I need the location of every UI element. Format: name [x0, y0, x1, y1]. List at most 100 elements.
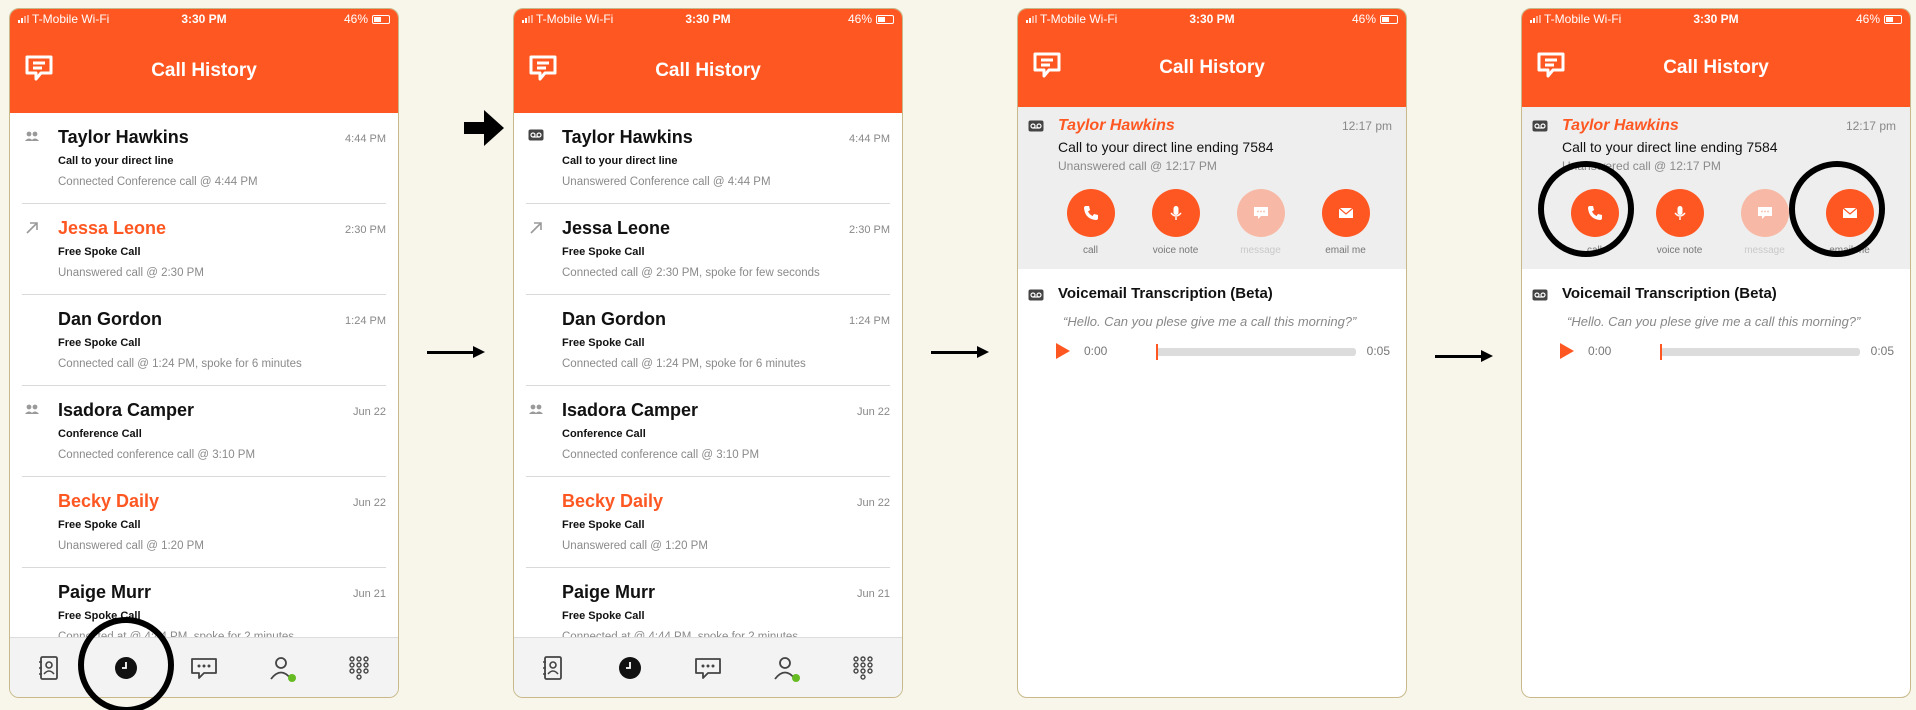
transcription-text: “Hello. Can you plese give me a call thi…	[1567, 314, 1861, 329]
call-history-row[interactable]: Taylor Hawkins Call to your direct line Un…	[526, 113, 890, 204]
voice-note-button[interactable]	[1151, 189, 1200, 237]
clock-icon	[616, 654, 644, 682]
status-bar: T-Mobile Wi-Fi 3:30 PM 46%	[1522, 9, 1910, 29]
call-type: Conference Call	[562, 428, 646, 440]
voicemail-icon	[1028, 288, 1044, 301]
contact-name: Taylor Hawkins	[58, 127, 189, 147]
call-history-list: Taylor Hawkins Call to your direct line Un…	[514, 113, 902, 659]
email-me-action[interactable]: email me	[1303, 189, 1388, 256]
call-line: Call to your direct line ending 7584	[1058, 139, 1274, 155]
flow-arrow	[1435, 350, 1493, 362]
call-time: 1:24 PM	[345, 315, 386, 327]
call-label: call	[1082, 245, 1098, 256]
contact-name: Jessa Leone	[562, 218, 671, 238]
contact-name: Isadora Camper	[58, 400, 195, 420]
online-status-dot	[791, 673, 800, 682]
call-time: 12:17 pm	[1341, 119, 1392, 133]
call-time: 4:44 PM	[849, 133, 890, 145]
contact-name: Isadora Camper	[562, 400, 699, 420]
message-label: message	[1240, 245, 1281, 256]
contact-name: Taylor Hawkins	[562, 127, 693, 147]
transcription-text: “Hello. Can you plese give me a call thi…	[1063, 314, 1357, 329]
transcription-title: Voicemail Transcription (Beta)	[1562, 285, 1777, 302]
battery-icon	[876, 14, 894, 24]
audio-player: 0:00 0:05	[1560, 339, 1900, 363]
app-logo-icon	[1033, 52, 1061, 78]
contacts-tab[interactable]	[533, 648, 573, 688]
page-title: Call History	[1159, 57, 1265, 78]
playback-head[interactable]	[1156, 344, 1158, 360]
app-header: Call History	[514, 29, 902, 113]
call-time: 2:30 PM	[345, 224, 386, 236]
tab-bar	[514, 637, 902, 697]
profile-tab[interactable]	[766, 648, 806, 688]
contacts-tab[interactable]	[29, 648, 69, 688]
playback-start-time: 0:00	[1084, 344, 1108, 358]
app-header: Call History	[1018, 29, 1406, 107]
voice-note-action[interactable]: voice note	[1133, 189, 1218, 256]
contact-name: Becky Daily	[562, 491, 664, 511]
call-history-row[interactable]: Becky Daily Free Spoke Call Unanswered cal…	[526, 477, 890, 568]
message-button	[1740, 189, 1789, 237]
contact-name: Dan Gordon	[562, 309, 666, 329]
call-type: Free Spoke Call	[562, 610, 645, 622]
voicemail-icon	[1532, 288, 1548, 301]
playback-end-time: 0:05	[1870, 344, 1894, 358]
email-me-button[interactable]	[1321, 189, 1370, 237]
contact-name: Dan Gordon	[58, 309, 162, 329]
call-history-row[interactable]: Jessa Leone Free Spoke Call Connected call…	[526, 204, 890, 295]
call-type: Conference Call	[58, 428, 142, 440]
phone-icon	[1082, 204, 1100, 222]
tab-bar	[10, 637, 398, 697]
call-status: Unanswered call @ 12:17 PM	[1058, 159, 1217, 173]
call-history-row[interactable]: Dan Gordon Free Spoke Call Connected call …	[22, 295, 386, 386]
call-time: 4:44 PM	[345, 133, 386, 145]
voice-note-button[interactable]	[1655, 189, 1704, 237]
call-time: Jun 22	[352, 497, 386, 509]
play-icon[interactable]	[1560, 343, 1574, 359]
call-detail: Unanswered call @ 1:20 PM	[58, 540, 204, 552]
clock-time: 3:30 PM	[1693, 12, 1739, 26]
history-tab[interactable]	[610, 648, 650, 688]
contact-book-icon	[35, 654, 63, 682]
call-action[interactable]: call	[1048, 189, 1133, 256]
highlight-circle-call-button	[1538, 161, 1634, 257]
dialpad-tab[interactable]	[843, 648, 883, 688]
call-detail: Connected call @ 2:30 PM, spoke for few …	[562, 267, 820, 279]
playback-slider[interactable]	[1660, 344, 1860, 360]
profile-tab[interactable]	[262, 648, 302, 688]
voice-note-action[interactable]: voice note	[1637, 189, 1722, 256]
call-history-row[interactable]: Becky Daily Free Spoke Call Unanswered cal…	[22, 477, 386, 568]
call-button[interactable]	[1066, 189, 1115, 237]
playback-slider[interactable]	[1156, 344, 1356, 360]
dialpad-tab[interactable]	[339, 648, 379, 688]
flow-arrow	[931, 346, 989, 358]
messages-tab[interactable]	[688, 648, 728, 688]
play-icon[interactable]	[1056, 343, 1070, 359]
call-history-row[interactable]: Isadora Camper Conference Call Connected c…	[22, 386, 386, 477]
contact-name: Paige Murr	[562, 582, 656, 602]
playback-end-time: 0:05	[1366, 344, 1390, 358]
people-icon	[528, 402, 544, 418]
app-logo-icon	[1537, 52, 1565, 78]
battery-icon	[1380, 14, 1398, 24]
messages-tab[interactable]	[184, 648, 224, 688]
call-detail: Connected conference call @ 3:10 PM	[562, 449, 760, 461]
playback-head[interactable]	[1660, 344, 1662, 360]
contact-book-icon	[539, 654, 567, 682]
call-time: Jun 22	[856, 406, 890, 418]
voice-note-label: voice note	[1656, 245, 1703, 256]
battery-icon	[1884, 14, 1902, 24]
page-title: Call History	[151, 60, 257, 81]
phone-screen-voicemail-detail: T-Mobile Wi-Fi 3:30 PM 46% Call History Tayl…	[1017, 8, 1407, 698]
dialpad-icon	[849, 654, 877, 682]
call-history-row[interactable]: Isadora Camper Conference Call Connected c…	[526, 386, 890, 477]
clock-time: 3:30 PM	[181, 12, 227, 26]
call-detail: Connected call @ 1:24 PM, spoke for 6 mi…	[58, 358, 302, 370]
call-line: Call to your direct line ending 7584	[1562, 139, 1778, 155]
microphone-icon	[1167, 204, 1185, 222]
call-history-row[interactable]: Dan Gordon Free Spoke Call Connected call …	[526, 295, 890, 386]
contact-name: Paige Murr	[58, 582, 152, 602]
call-history-row[interactable]: Jessa Leone Free Spoke Call Unanswered cal…	[22, 204, 386, 295]
call-history-row[interactable]: Taylor Hawkins Call to your direct line Co…	[22, 113, 386, 204]
